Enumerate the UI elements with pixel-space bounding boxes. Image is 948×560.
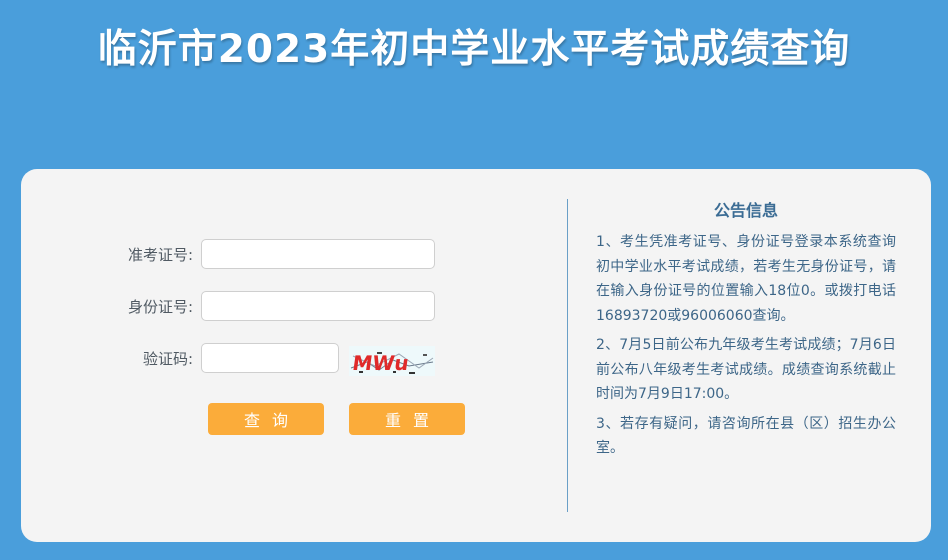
vertical-divider bbox=[567, 199, 568, 512]
notice-item: 1、考生凭准考证号、身份证号登录本系统查询初中学业水平考试成绩，若考生无身份证号… bbox=[596, 234, 896, 324]
search-button[interactable]: 查询 bbox=[208, 403, 324, 435]
reset-button[interactable]: 重置 bbox=[349, 403, 465, 435]
notice-title: 公告信息 bbox=[713, 201, 778, 220]
captcha-input[interactable] bbox=[201, 343, 339, 373]
page-title: 临沂市2023年初中学业水平考试成绩查询 bbox=[97, 27, 851, 72]
notice-item: 2、7月5日前公布九年级考生考试成绩；7月6日前公布八年级考生考试成绩。成绩查询… bbox=[596, 337, 896, 402]
notice-item: 3、若存有疑问，请咨询所在县（区）招生办公室。 bbox=[596, 415, 896, 457]
id-number-input[interactable] bbox=[201, 291, 435, 321]
captcha-image[interactable]: MWu bbox=[349, 346, 435, 376]
query-panel: 准考证号: 身份证号: 验证码: MWu 查询 重置 公告信息 1、考生凭准考证… bbox=[21, 169, 931, 542]
notice-section: 公告信息 1、考生凭准考证号、身份证号登录本系统查询初中学业水平考试成绩，若考生… bbox=[596, 197, 896, 466]
captcha-label: 验证码: bbox=[142, 350, 193, 368]
exam-number-input[interactable] bbox=[201, 239, 435, 269]
exam-number-label: 准考证号: bbox=[127, 246, 193, 264]
id-number-label: 身份证号: bbox=[127, 298, 193, 316]
